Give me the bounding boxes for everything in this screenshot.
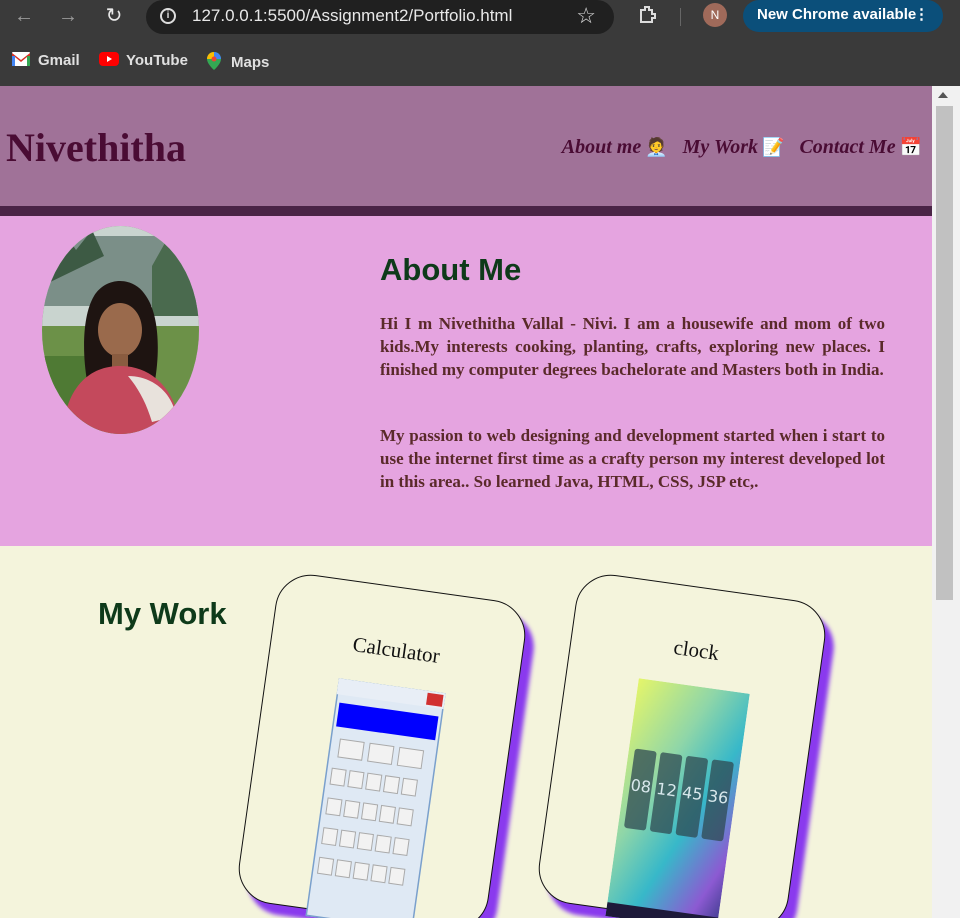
nav-contact[interactable]: Contact Me 📅	[799, 136, 922, 158]
site-header: Nivethitha About me 🧑‍💼 My Work 📝 Contact …	[0, 86, 932, 216]
bookmark-label: Maps	[231, 54, 270, 71]
page-viewport: Nivethitha About me 🧑‍💼 My Work 📝 Contact …	[0, 86, 932, 918]
person-icon: 🧑‍💼	[645, 137, 668, 157]
site-title: Nivethitha	[6, 125, 186, 170]
chrome-update-button[interactable]: New Chrome available ⋮	[743, 0, 943, 32]
bookmark-star-icon[interactable]: ☆	[576, 3, 596, 29]
more-menu-icon[interactable]: ⋮	[914, 0, 929, 30]
clock-digit: 12	[655, 779, 678, 801]
bookmark-gmail[interactable]: Gmail	[12, 52, 80, 69]
profile-avatar[interactable]: N	[703, 3, 727, 27]
back-icon[interactable]: ←	[10, 4, 38, 28]
bookmark-label: Gmail	[38, 52, 80, 69]
clock-digit: 36	[707, 786, 730, 808]
nav-label: My Work	[682, 136, 759, 158]
profile-photo	[42, 226, 199, 434]
about-paragraph-2: My passion to web designing and developm…	[380, 426, 885, 491]
scroll-thumb[interactable]	[936, 106, 953, 600]
memo-icon: 📝	[762, 137, 785, 157]
update-label: New Chrome available	[757, 6, 917, 23]
clock-screenshot: 08 12 45 36	[605, 678, 750, 918]
bookmark-maps[interactable]: Maps	[207, 52, 269, 71]
browser-toolbar: ← → ↻ i 127.0.0.1:5500/Assignment2/Portf…	[0, 0, 960, 40]
extensions-icon[interactable]	[636, 3, 660, 27]
work-section: My Work Calculator clock 08 12 45 36	[0, 546, 932, 918]
site-info-icon[interactable]: i	[160, 8, 176, 24]
nav-label: Contact Me	[799, 136, 896, 158]
scroll-up-arrow-icon[interactable]	[938, 92, 948, 98]
work-heading: My Work	[98, 596, 227, 631]
maps-icon	[207, 52, 221, 70]
card-title: clock	[672, 634, 721, 666]
about-paragraph-1: Hi I m Nivethitha Vallal - Nivi. I am a …	[380, 314, 885, 379]
about-section: About Me Hi I m Nivethitha Vallal - Nivi…	[0, 216, 932, 546]
work-card-calculator[interactable]: Calculator	[234, 570, 530, 918]
bookmark-youtube[interactable]: YouTube	[99, 52, 188, 69]
nav-about[interactable]: About me 🧑‍💼	[562, 136, 668, 158]
calculator-screenshot	[303, 676, 448, 918]
work-card-clock[interactable]: clock 08 12 45 36	[534, 570, 830, 918]
url-text[interactable]: 127.0.0.1:5500/Assignment2/Portfolio.htm…	[192, 6, 512, 26]
card-title: Calculator	[351, 632, 442, 668]
bookmark-label: YouTube	[126, 52, 188, 69]
reload-icon[interactable]: ↻	[100, 4, 128, 28]
calendar-icon: 📅	[899, 137, 922, 157]
nav-label: About me	[561, 136, 642, 158]
page-scrollbar[interactable]	[932, 86, 960, 918]
nav-work[interactable]: My Work 📝	[683, 136, 785, 158]
address-bar[interactable]: i 127.0.0.1:5500/Assignment2/Portfolio.h…	[146, 0, 614, 34]
youtube-icon	[99, 52, 119, 66]
gmail-icon	[12, 52, 30, 66]
clock-digit: 45	[681, 783, 704, 805]
clock-digit: 08	[629, 775, 652, 797]
about-heading: About Me	[380, 252, 522, 287]
bookmarks-bar: Gmail YouTube Maps	[0, 40, 960, 86]
site-nav: About me 🧑‍💼 My Work 📝 Contact Me 📅	[552, 136, 922, 159]
toolbar-divider	[680, 8, 681, 26]
forward-icon[interactable]: →	[54, 4, 82, 28]
